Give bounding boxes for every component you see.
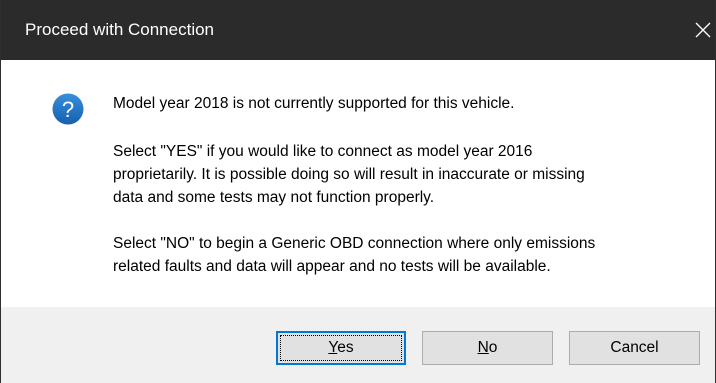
message-yes-explanation: Select "YES" if you would like to connec… bbox=[113, 143, 585, 206]
close-icon bbox=[695, 22, 711, 38]
message-area: ? Model year 2018 is not currently suppo… bbox=[1, 60, 715, 307]
message-no-explanation: Select "NO" to begin a Generic OBD conne… bbox=[113, 235, 596, 275]
dialog-title: Proceed with Connection bbox=[25, 20, 215, 39]
svg-text:?: ? bbox=[62, 97, 74, 122]
proceed-dialog: Proceed with Connection ? Model year 201… bbox=[0, 0, 716, 383]
focus-rectangle bbox=[280, 335, 402, 361]
yes-button[interactable]: Yes bbox=[276, 331, 406, 365]
title-bar[interactable]: Proceed with Connection bbox=[1, 0, 715, 60]
close-button[interactable] bbox=[671, 0, 715, 60]
no-mnemonic: N bbox=[477, 339, 489, 356]
message-line-unsupported-year: Model year 2018 is not currently support… bbox=[113, 95, 515, 112]
cancel-button[interactable]: Cancel bbox=[569, 331, 700, 365]
question-icon: ? bbox=[52, 93, 84, 125]
no-label-rest: o bbox=[488, 339, 498, 356]
cancel-label: Cancel bbox=[610, 339, 659, 356]
no-button[interactable]: No bbox=[422, 331, 553, 365]
